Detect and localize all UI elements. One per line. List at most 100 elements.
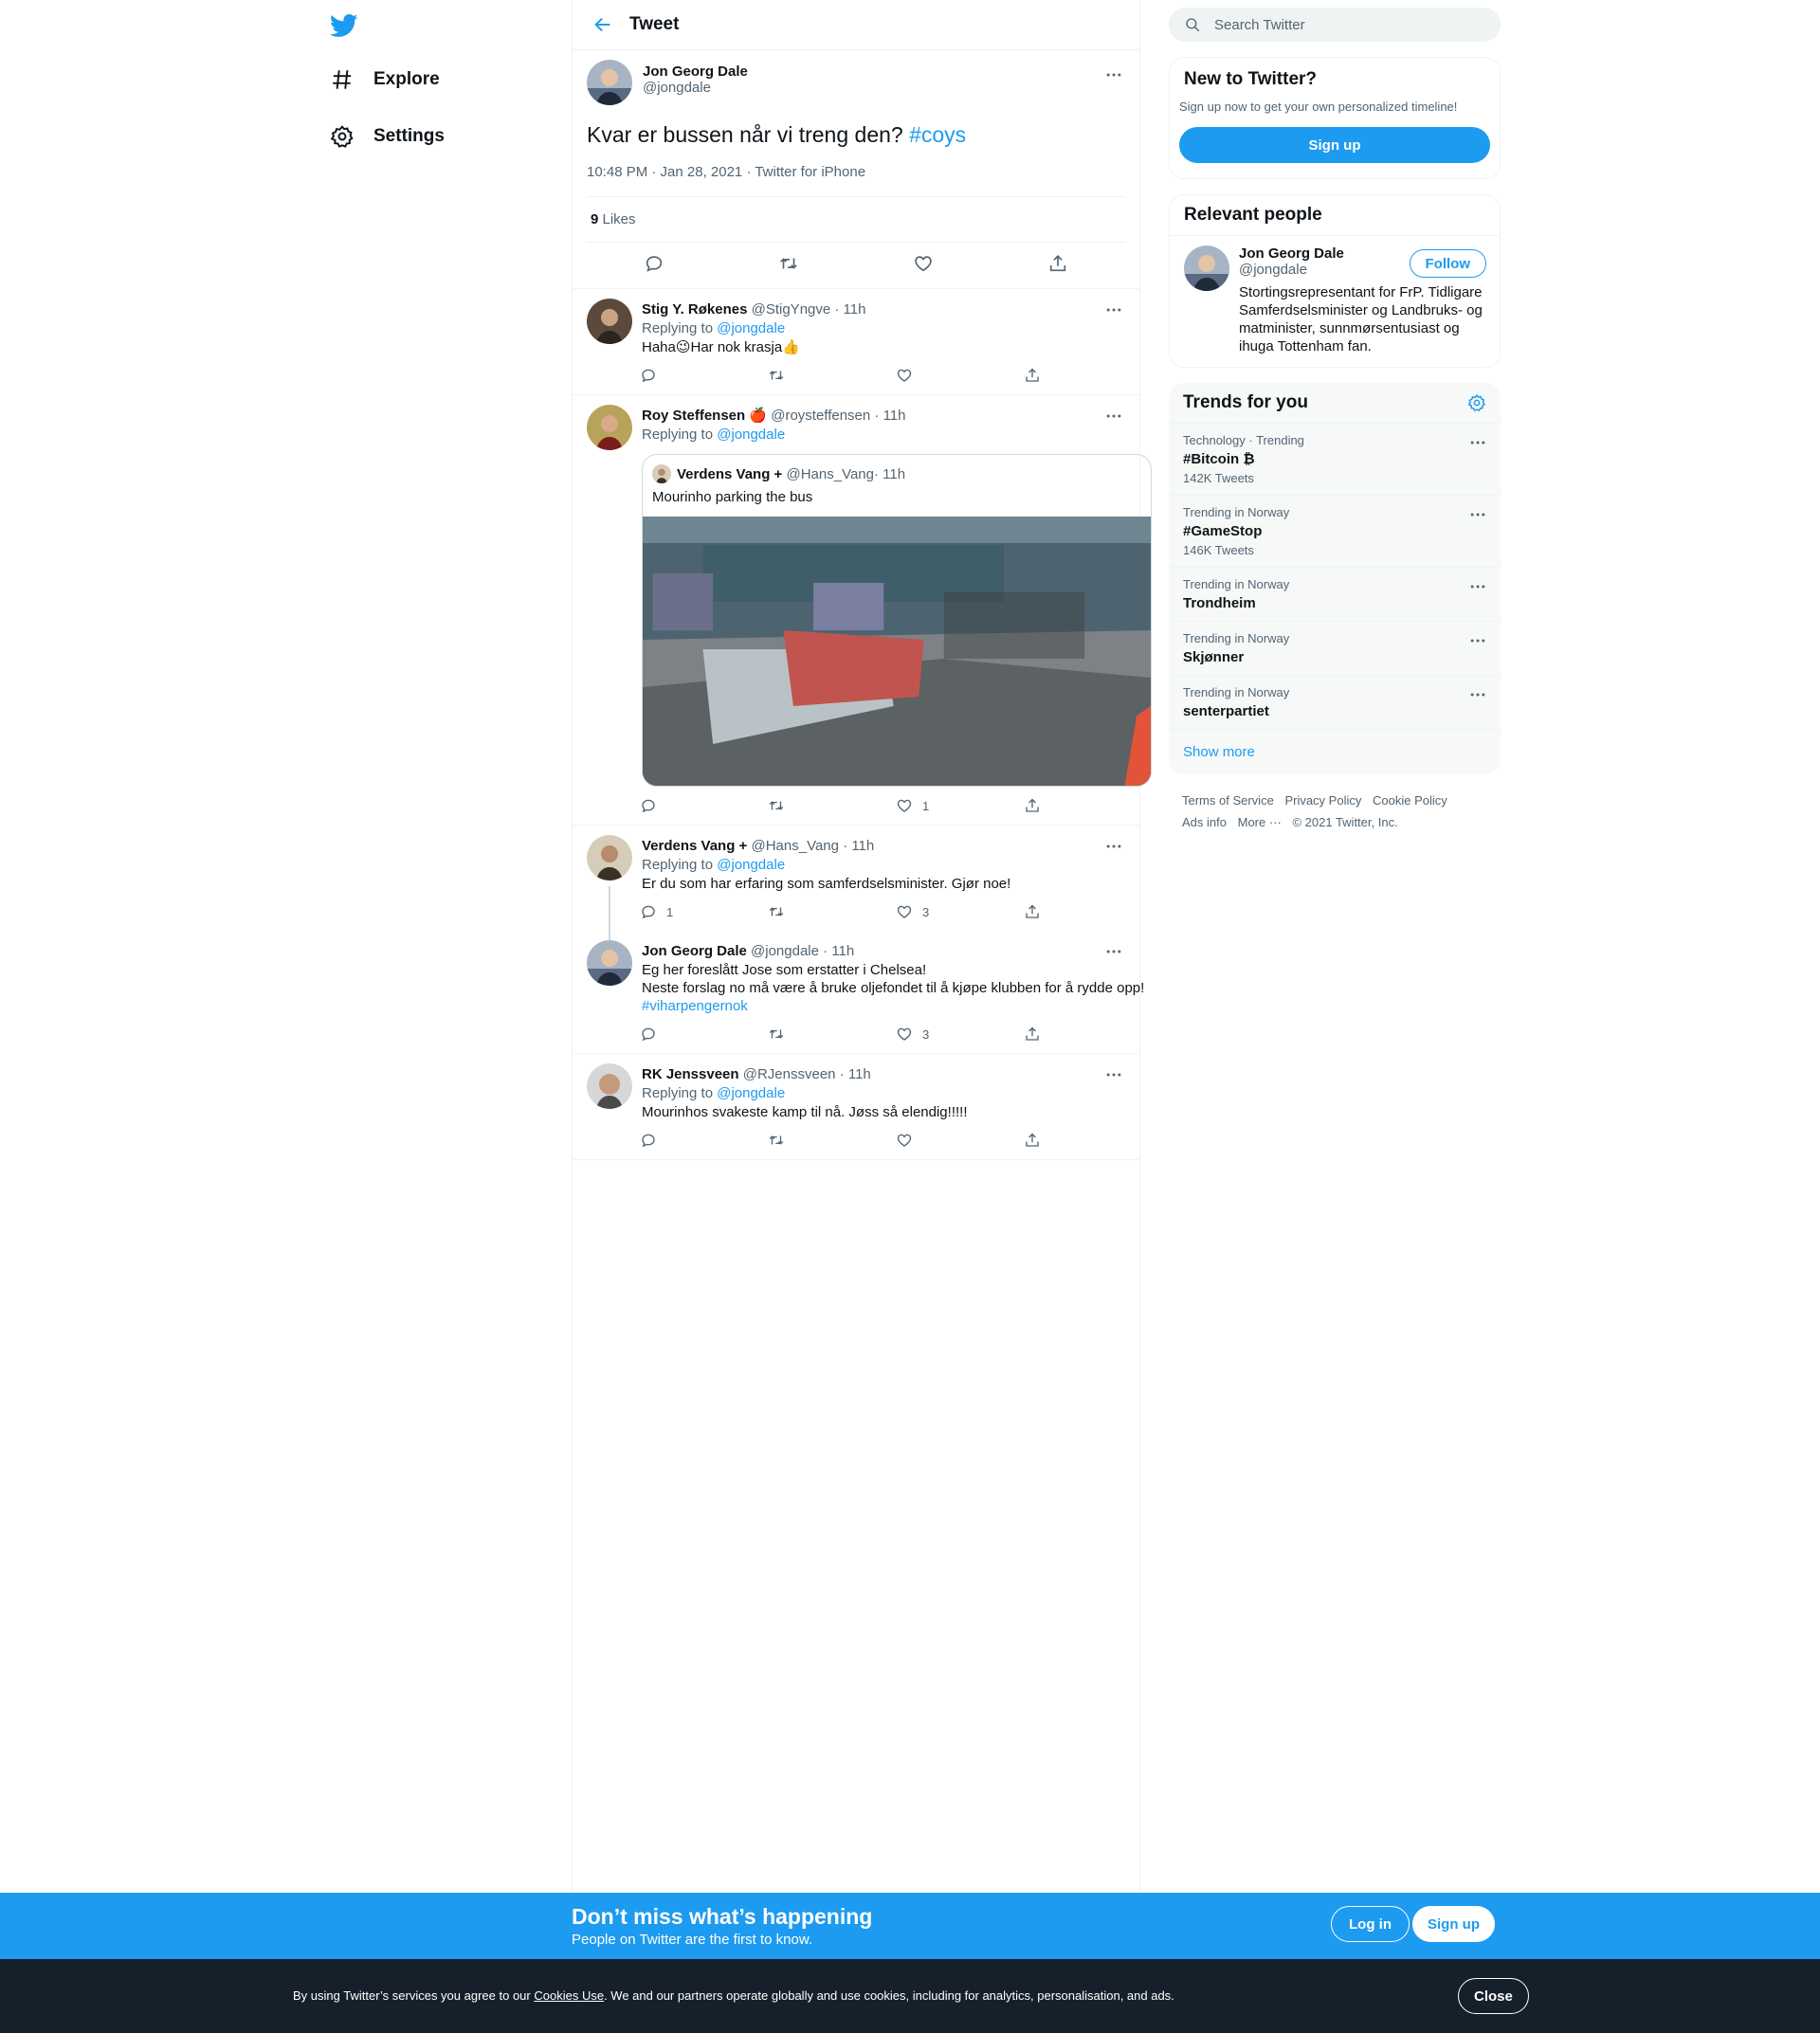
author-name[interactable]: Jon Georg Dale [643,64,748,80]
quoted-tweet[interactable]: Verdens Vang + @Hans_Vang · 11h Mourinho… [642,454,1152,787]
hashtag-link[interactable]: #coys [909,122,966,147]
hashtag-link[interactable]: #viharpengernok [642,998,748,1014]
avatar[interactable] [587,299,632,344]
likes-count[interactable]: 9 Likes [587,197,1125,243]
like-button[interactable] [896,1132,1024,1149]
reply-time: · 11h [835,1066,871,1082]
more-icon [1468,631,1487,650]
trend-item[interactable]: Technology · Trending #Bitcoin ₿ 142K Tw… [1169,424,1501,496]
retweet-button[interactable] [768,1132,896,1149]
footer-link[interactable]: Ads info [1182,815,1227,829]
nav-explore[interactable]: Explore [330,61,440,99]
footer-more-link[interactable]: More ··· [1238,815,1282,829]
more-options-button[interactable] [1102,940,1125,963]
share-icon [1024,1026,1041,1043]
avatar[interactable] [587,940,632,986]
more-options-button[interactable] [1102,835,1125,858]
reply-button[interactable]: 1 [640,903,768,920]
reply-tweet[interactable]: Jon Georg Dale @jongdale · 11h Eg her fo… [573,931,1144,1054]
avatar[interactable] [587,405,632,450]
tweet-actions [587,243,1125,288]
search-input[interactable] [1214,16,1461,33]
sign-up-button[interactable]: Sign up [1412,1906,1495,1942]
reply-tweet[interactable]: RK Jenssveen @RJenssveen · 11h Replying … [573,1054,1139,1160]
retweet-button[interactable] [768,367,896,384]
reply-author-name[interactable]: RK Jenssveen [642,1066,739,1082]
twitter-logo-icon[interactable] [330,11,358,40]
avatar[interactable] [587,60,632,105]
show-more-link[interactable]: Show more [1169,730,1501,774]
footer-link[interactable]: Terms of Service [1182,793,1274,808]
replying-to-link[interactable]: @jongdale [717,320,785,336]
more-options-button[interactable] [1102,1063,1125,1086]
reply-author-handle[interactable]: @jongdale [751,943,819,959]
more-options-button[interactable] [1466,503,1489,526]
trend-item[interactable]: Trending in Norway Skjønner [1169,622,1501,676]
share-button[interactable] [1024,1026,1152,1043]
avatar[interactable] [587,1063,632,1109]
nav-settings[interactable]: Settings [330,118,445,155]
gear-icon[interactable] [1467,393,1486,412]
more-options-button[interactable] [1466,683,1489,706]
avatar[interactable] [1184,245,1229,291]
trend-item[interactable]: Trending in Norway Trondheim [1169,568,1501,622]
share-button[interactable] [1024,1132,1152,1149]
reply-author-handle[interactable]: @roysteffensen [771,408,870,424]
search-box[interactable] [1169,8,1501,42]
back-button[interactable] [576,14,629,35]
more-options-button[interactable] [1466,575,1489,598]
reply-tweet[interactable]: Verdens Vang + @Hans_Vang · 11h Replying… [573,826,1139,947]
more-options-button[interactable] [1102,405,1125,427]
reply-author-handle[interactable]: @Hans_Vang [751,838,839,854]
reply-time: · 11h [818,943,855,959]
reply-author-name[interactable]: Stig Y. Røkenes [642,301,747,318]
footer-link[interactable]: Privacy Policy [1284,793,1361,808]
share-button[interactable] [1024,367,1152,384]
reply-tweet[interactable]: Roy Steffensen 🍎 @roysteffensen · 11h Re… [573,395,1152,826]
retweet-button[interactable] [768,903,896,920]
reply-author-name[interactable]: Verdens Vang + [642,838,747,854]
footer-link[interactable]: Cookie Policy [1373,793,1447,808]
more-options-button[interactable] [1102,299,1125,321]
replying-to-link[interactable]: @jongdale [717,427,785,443]
more-options-button[interactable] [1102,64,1125,86]
reply-tweet[interactable]: Stig Y. Røkenes @StigYngve · 11h Replyin… [573,289,1139,395]
retweet-button[interactable] [768,1026,896,1043]
reply-button[interactable] [640,367,768,384]
avatar[interactable] [587,835,632,880]
cookies-use-link[interactable]: Cookies Use [534,1988,604,2003]
close-button[interactable]: Close [1458,1978,1529,2014]
replying-to-link[interactable]: @jongdale [717,857,785,873]
reply-author-name[interactable]: Roy Steffensen 🍎 [642,408,767,424]
quoted-photo[interactable] [643,517,1151,786]
retweet-button[interactable] [768,797,896,814]
share-button[interactable] [1047,253,1068,279]
reply-author-handle[interactable]: @RJenssveen [743,1066,836,1082]
like-button[interactable]: 3 [896,1026,1024,1043]
reply-button[interactable] [640,1026,768,1043]
reply-button[interactable] [640,797,768,814]
like-button[interactable]: 1 [896,797,1024,814]
trend-item[interactable]: Trending in Norway #GameStop 146K Tweets [1169,496,1501,568]
follow-button[interactable]: Follow [1409,249,1486,278]
share-button[interactable] [1024,797,1152,814]
log-in-button[interactable]: Log in [1331,1906,1410,1942]
reply-icon [640,1132,657,1149]
retweet-button[interactable] [778,253,799,279]
reply-author-name[interactable]: Jon Georg Dale [642,943,747,959]
sign-up-button[interactable]: Sign up [1179,127,1490,163]
person-item[interactable]: Jon Georg Dale @jongdale Stortingsrepres… [1170,236,1500,367]
trend-item[interactable]: Trending in Norway senterpartiet [1169,676,1501,730]
reply-button[interactable] [640,1132,768,1149]
like-button[interactable] [913,253,934,279]
share-button[interactable] [1024,903,1152,920]
reply-button[interactable] [644,253,664,279]
like-button[interactable] [896,367,1024,384]
gear-icon [330,125,354,148]
more-options-button[interactable] [1466,431,1489,454]
more-options-button[interactable] [1466,629,1489,652]
author-handle[interactable]: @jongdale [643,80,748,96]
reply-author-handle[interactable]: @StigYngve [752,301,831,318]
like-button[interactable]: 3 [896,903,1024,920]
replying-to-link[interactable]: @jongdale [717,1085,785,1101]
